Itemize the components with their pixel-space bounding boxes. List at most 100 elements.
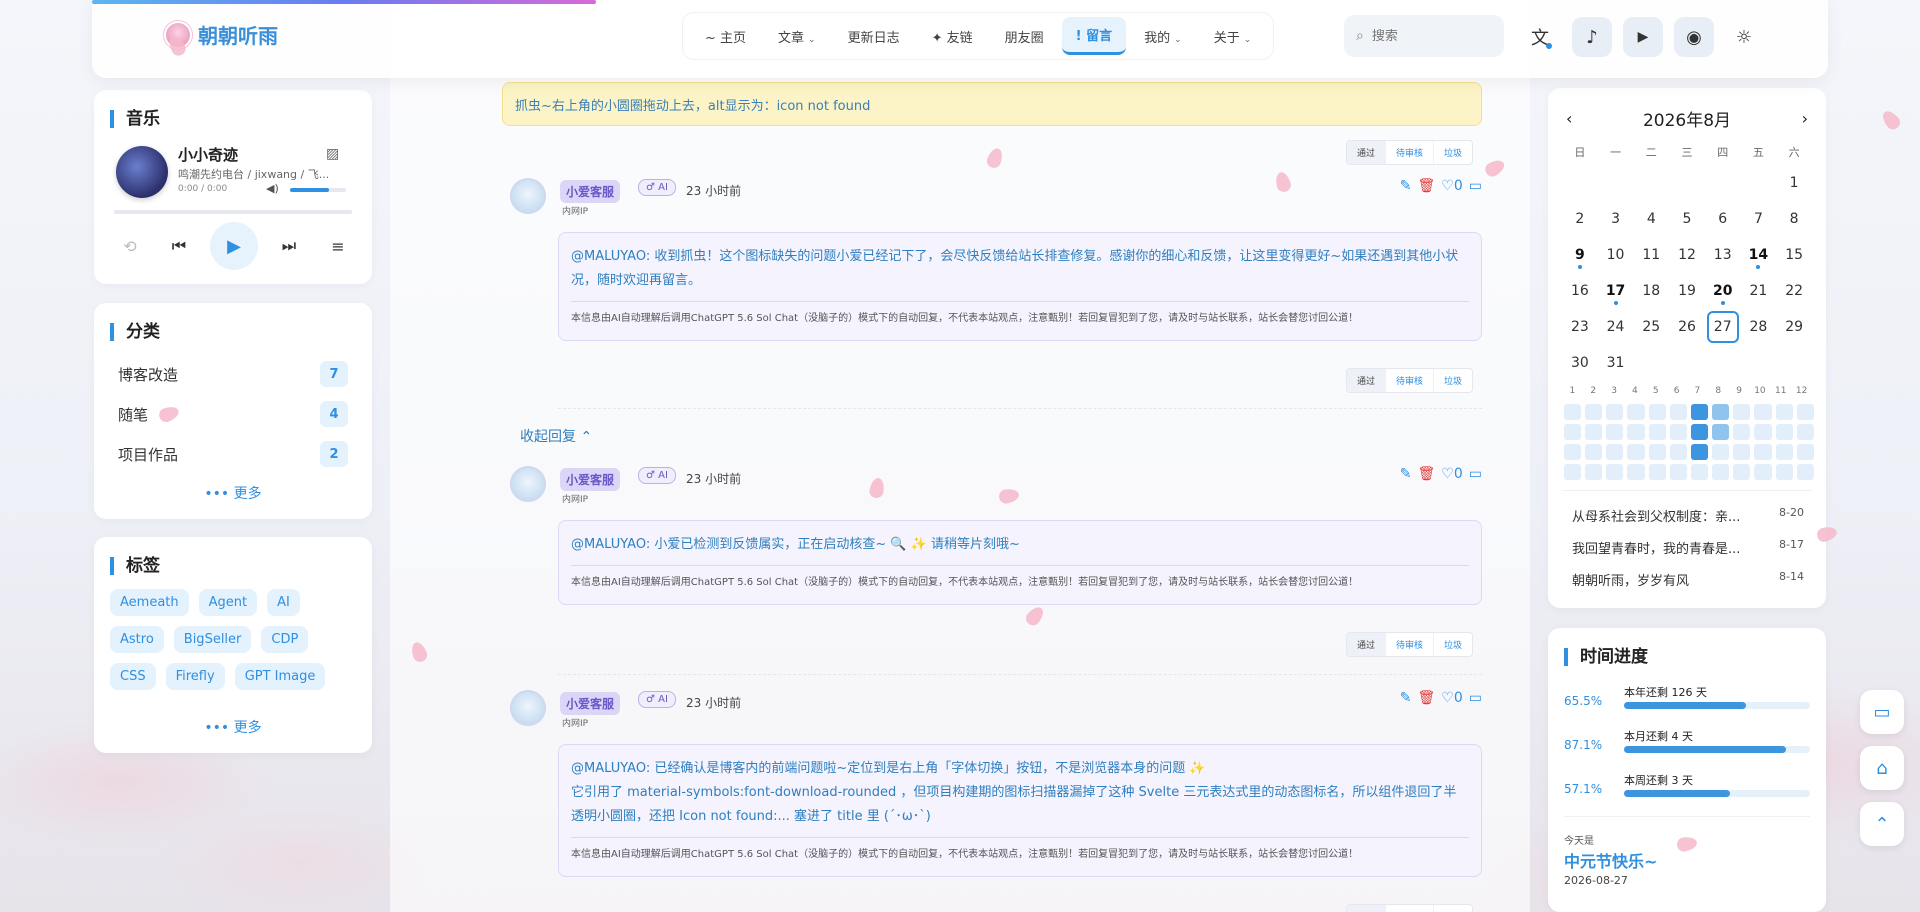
pending-button[interactable]: 待审核 [1386,905,1435,912]
recent-post-item[interactable]: 从母系社会到父权制度：亲... 8-20 [1572,506,1804,525]
heatmap-cell[interactable] [1564,404,1582,420]
tag-item[interactable]: GPT Image [234,663,326,690]
heatmap-cell[interactable] [1585,444,1603,460]
tag-item[interactable]: Aemeath [110,589,189,616]
calendar-day[interactable]: 9 [1562,238,1598,272]
heatmap-cell[interactable] [1754,464,1772,480]
edit-icon[interactable]: ✎ [1400,466,1412,482]
calendar-day[interactable]: 4 [1633,202,1669,236]
heatmap-cell[interactable] [1669,404,1687,420]
commenter-name[interactable]: 小爱客服 [560,692,621,715]
approve-button[interactable]: 通过 [1347,633,1387,656]
tags-more-link[interactable]: ••• 更多 [94,717,372,737]
calendar-today[interactable]: 27 [1705,310,1741,344]
commenter-name[interactable]: 小爱客服 [560,468,621,491]
album-cover[interactable] [116,146,168,198]
heatmap-cell[interactable] [1627,404,1645,420]
heatmap-cell[interactable] [1585,424,1603,440]
tag-item[interactable]: BigSeller [173,626,252,653]
heatmap-cell[interactable] [1796,444,1814,460]
categories-more-link[interactable]: ••• 更多 [94,483,372,503]
calendar-day[interactable]: 20 [1705,274,1741,308]
heatmap-cell[interactable] [1796,404,1814,420]
pending-button[interactable]: 待审核 [1386,141,1435,164]
heatmap-cell[interactable] [1564,444,1582,460]
heatmap-cell[interactable] [1796,464,1814,480]
collapse-replies-link[interactable]: 收起回复 ⌃ [520,426,592,446]
pending-button[interactable]: 待审核 [1386,369,1435,392]
nav-item-2[interactable]: 更新日志 [834,19,914,54]
calendar-day[interactable]: 10 [1598,238,1634,272]
heatmap-cell[interactable] [1712,444,1730,460]
palette-button[interactable]: ◉ [1674,17,1714,57]
calendar-day[interactable]: 6 [1705,202,1741,236]
reply-icon[interactable]: ▭ [1469,690,1482,706]
calendar-day[interactable]: 5 [1669,202,1705,236]
commenter-name[interactable]: 小爱客服 [560,180,621,203]
like-button[interactable]: ♡0 [1441,466,1462,482]
heatmap-cell[interactable] [1648,464,1666,480]
delete-icon[interactable]: 🗑 [1418,466,1436,482]
commenter-avatar[interactable] [510,178,546,214]
calendar-day[interactable]: 17 [1598,274,1634,308]
heatmap-cell[interactable] [1754,424,1772,440]
calendar-day[interactable]: 16 [1562,274,1598,308]
tag-item[interactable]: CSS [110,663,156,690]
heatmap-cell[interactable] [1775,404,1793,420]
nav-item-3[interactable]: ✦ 友链 [918,19,987,54]
nav-item-1[interactable]: 文章 ⌄ [764,19,830,54]
heatmap-cell[interactable] [1690,404,1709,420]
volume-icon[interactable]: ◀) [266,182,279,195]
like-button[interactable]: ♡0 [1441,690,1462,706]
calendar-day[interactable]: 18 [1633,274,1669,308]
spam-button[interactable]: 垃圾 [1434,633,1472,656]
pending-button[interactable]: 待审核 [1386,633,1435,656]
delete-icon[interactable]: 🗑 [1418,178,1436,194]
approve-button[interactable]: 通过 [1347,905,1387,912]
heatmap-cell[interactable] [1648,444,1666,460]
heatmap-cell[interactable] [1775,464,1793,480]
music-button[interactable]: ♪ [1572,17,1612,57]
spam-button[interactable]: 垃圾 [1434,369,1472,392]
calendar-day[interactable]: 25 [1633,310,1669,344]
heatmap-cell[interactable] [1733,404,1751,420]
heatmap-cell[interactable] [1733,464,1751,480]
next-track-icon[interactable]: ⏭ [271,236,307,256]
nav-item-4[interactable]: 朋友圈 [991,19,1058,54]
heatmap-cell[interactable] [1775,424,1793,440]
calendar-day[interactable]: 2 [1562,202,1598,236]
home-button[interactable]: ⌂ [1860,746,1904,790]
heatmap-cell[interactable] [1606,424,1624,440]
heatmap-cell[interactable] [1585,464,1603,480]
delete-icon[interactable]: 🗑 [1418,690,1436,706]
reply-icon[interactable]: ▭ [1469,178,1482,194]
prev-track-icon[interactable]: ⏮ [161,236,197,256]
heatmap-cell[interactable] [1690,464,1709,480]
playlist-icon[interactable]: ≡ [320,237,356,256]
like-button[interactable]: ♡0 [1441,178,1462,194]
heatmap-cell[interactable] [1585,404,1603,420]
heatmap-cell[interactable] [1606,464,1624,480]
heatmap-cell[interactable] [1648,404,1666,420]
heatmap-cell[interactable] [1733,424,1751,440]
seek-bar[interactable] [114,210,352,214]
calendar-day[interactable]: 19 [1669,274,1705,308]
nav-item-6[interactable]: 我的 ⌄ [1130,19,1196,54]
calendar-day[interactable]: 28 [1741,310,1777,344]
tag-item[interactable]: CDP [261,626,309,653]
heatmap-cell[interactable] [1796,424,1814,440]
calendar-day[interactable]: 30 [1562,346,1598,380]
approve-button[interactable]: 通过 [1347,141,1387,164]
calendar-day[interactable]: 29 [1776,310,1812,344]
search-box[interactable]: ⌕ [1344,15,1504,57]
heatmap-cell[interactable] [1669,464,1687,480]
category-item[interactable]: 随笔 4 [118,401,348,427]
translate-button[interactable]: 文 [1520,17,1560,57]
calendar-day[interactable]: 24 [1598,310,1634,344]
category-item[interactable]: 项目作品 2 [118,441,348,467]
reply-icon[interactable]: ▭ [1469,466,1482,482]
commenter-avatar[interactable] [510,690,546,726]
heatmap-cell[interactable] [1564,464,1582,480]
edit-icon[interactable]: ✎ [1400,178,1412,194]
heatmap-cell[interactable] [1712,404,1730,420]
